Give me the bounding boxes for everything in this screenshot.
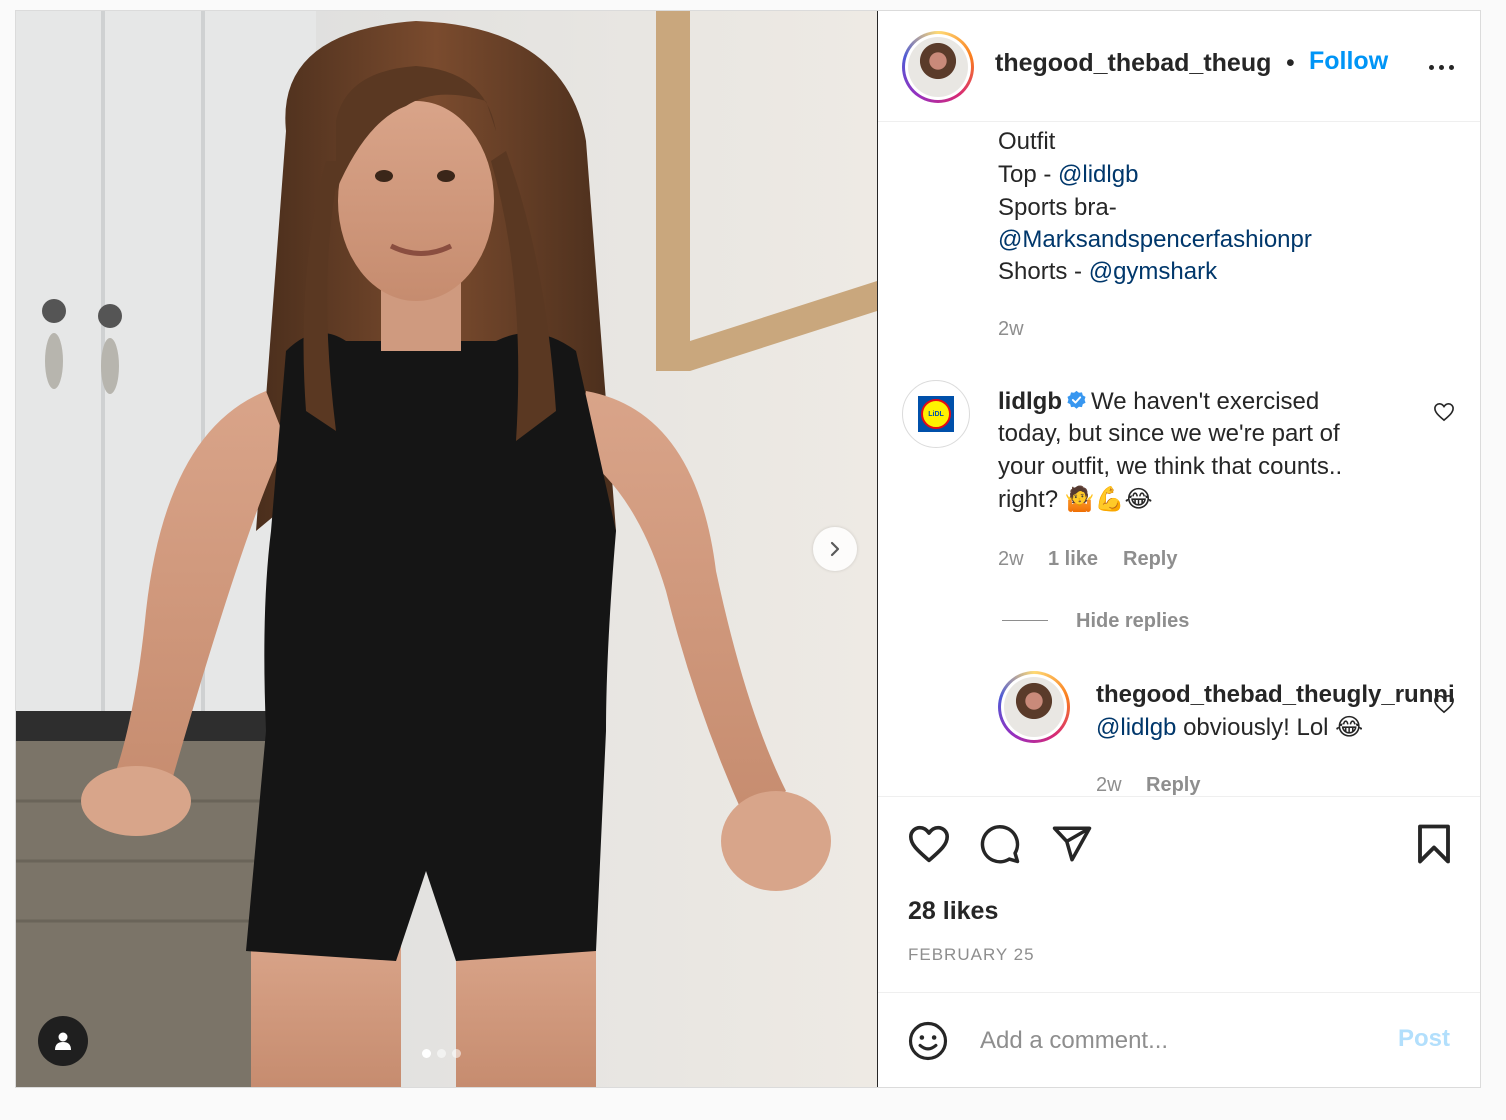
emoji-icon[interactable] xyxy=(907,1020,949,1062)
caption-line: Outfit xyxy=(998,128,1056,155)
caption-line: Top - @lidlgb xyxy=(998,161,1139,188)
post-sidebar: thegood_thebad_theug • Follow Outfit Top… xyxy=(878,11,1480,1087)
more-options-icon[interactable] xyxy=(1429,65,1454,70)
reply-reply-button[interactable]: Reply xyxy=(1146,774,1200,796)
comment-input[interactable] xyxy=(980,1023,1360,1059)
carousel-dot xyxy=(437,1049,446,1058)
follow-button[interactable]: Follow xyxy=(1309,47,1388,76)
author-avatar[interactable] xyxy=(902,31,974,103)
author-username[interactable]: thegood_thebad_theug xyxy=(995,49,1271,78)
reply-line: @lidlgb obviously! Lol 😂 xyxy=(1096,714,1364,741)
like-count[interactable]: 28 likes xyxy=(908,897,998,926)
carousel-dot xyxy=(452,1049,461,1058)
post-photo[interactable] xyxy=(16,11,877,1087)
tagged-users-button[interactable] xyxy=(38,1016,88,1066)
caption-line: Sports bra- xyxy=(998,194,1117,221)
add-comment-bar: Post xyxy=(878,992,1480,1087)
commenter-username[interactable]: lidlgb xyxy=(998,388,1062,415)
comment-line: lidlgb We haven't exercised xyxy=(998,388,1320,415)
save-bookmark-icon[interactable] xyxy=(1415,823,1453,865)
carousel-indicator xyxy=(422,1049,461,1058)
user-icon xyxy=(55,1032,71,1050)
comment-line: right? 🤷💪😂 xyxy=(998,486,1153,513)
chevron-right-icon xyxy=(830,541,840,557)
lidl-logo-icon: LiDL xyxy=(918,396,954,432)
like-comment-heart-icon[interactable] xyxy=(1433,402,1455,422)
comment-timestamp[interactable]: 2w xyxy=(998,548,1024,571)
carousel-dot xyxy=(422,1049,431,1058)
mention-link[interactable]: @gymshark xyxy=(1089,258,1217,285)
post-actions: 28 likes FEBRUARY 25 xyxy=(878,796,1480,993)
verified-badge-icon xyxy=(1067,390,1086,409)
comment-icon[interactable] xyxy=(979,823,1021,865)
post-dialog: thegood_thebad_theug • Follow Outfit Top… xyxy=(15,10,1481,1088)
mention-link[interactable]: @lidlgb xyxy=(1096,714,1176,741)
caption-timestamp[interactable]: 2w xyxy=(998,318,1024,341)
comment-line: today, but since we we're part of xyxy=(998,420,1340,447)
comment-line: your outfit, we think that counts.. xyxy=(998,453,1343,480)
reply-username[interactable]: thegood_thebad_theugly_runni xyxy=(1096,681,1455,708)
mention-link[interactable]: @lidlgb xyxy=(1058,161,1138,188)
comment-reply-button[interactable]: Reply xyxy=(1123,548,1177,571)
reply-line: thegood_thebad_theugly_runni xyxy=(1096,681,1455,709)
hide-replies-button[interactable]: Hide replies xyxy=(1076,610,1189,633)
post-header: thegood_thebad_theug • Follow xyxy=(878,11,1480,122)
replies-divider xyxy=(1002,620,1048,621)
comments-list[interactable]: Outfit Top - @lidlgb Sports bra- @Marksa… xyxy=(878,122,1480,796)
caption-line: Shorts - @gymshark xyxy=(998,258,1218,285)
separator-dot: • xyxy=(1286,49,1295,77)
next-slide-button[interactable] xyxy=(813,527,857,571)
post-comment-button[interactable]: Post xyxy=(1398,1025,1450,1053)
post-date[interactable]: FEBRUARY 25 xyxy=(908,945,1035,965)
mention-link[interactable]: @Marksandspencerfashionpr xyxy=(998,226,1312,254)
like-heart-icon[interactable] xyxy=(907,824,951,864)
reply-timestamp[interactable]: 2w xyxy=(1096,774,1122,796)
photo-image xyxy=(16,11,877,1087)
commenter-avatar[interactable]: LiDL xyxy=(902,380,970,448)
reply-author-avatar[interactable] xyxy=(998,671,1070,743)
share-icon[interactable] xyxy=(1051,823,1093,865)
like-reply-heart-icon[interactable] xyxy=(1433,694,1455,714)
comment-like-count[interactable]: 1 like xyxy=(1048,548,1098,571)
